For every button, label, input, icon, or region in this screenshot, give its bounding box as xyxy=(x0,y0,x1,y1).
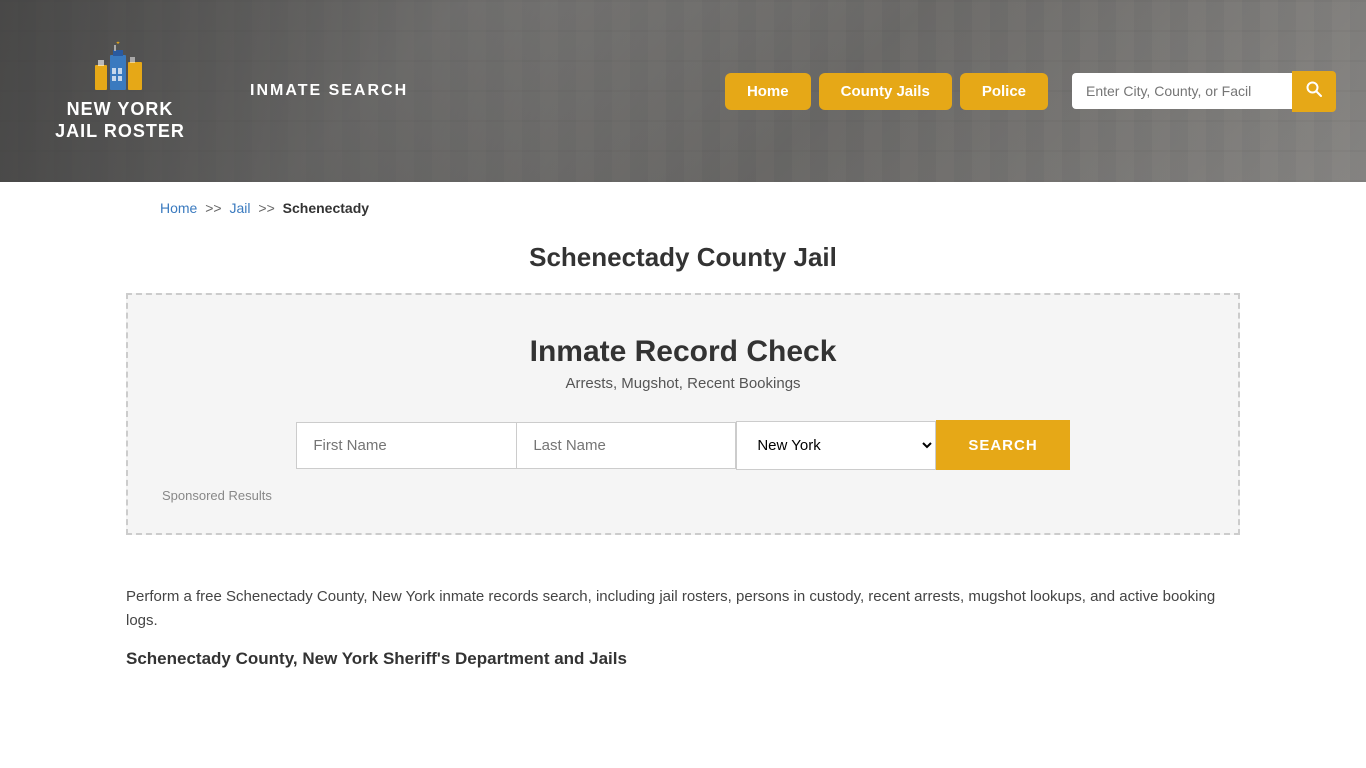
last-name-input[interactable] xyxy=(516,422,736,469)
nav-home-button[interactable]: Home xyxy=(725,73,811,110)
record-check-box: Inmate Record Check Arrests, Mugshot, Re… xyxy=(126,293,1240,535)
nav-county-jails-button[interactable]: County Jails xyxy=(819,73,952,110)
content-heading2: Schenectady County, New York Sheriff's D… xyxy=(126,649,1240,669)
record-check-title: Inmate Record Check xyxy=(158,335,1208,369)
breadcrumb-sep1: >> xyxy=(205,200,221,216)
content-paragraph1: Perform a free Schenectady County, New Y… xyxy=(126,585,1240,633)
record-check-search-button[interactable]: SEARCH xyxy=(936,420,1069,470)
inmate-search-label: INMATE SEARCH xyxy=(250,82,408,100)
breadcrumb: Home >> Jail >> Schenectady xyxy=(0,182,1366,234)
state-select[interactable]: AlabamaAlaskaArizonaArkansasCaliforniaCo… xyxy=(736,421,936,470)
breadcrumb-jail-link[interactable]: Jail xyxy=(230,200,251,216)
logo-area: NEW YORK JAIL ROSTER xyxy=(30,40,210,142)
breadcrumb-current: Schenectady xyxy=(283,200,369,216)
page-title: Schenectady County Jail xyxy=(0,242,1366,273)
logo-title-line1: NEW YORK xyxy=(67,99,174,121)
logo-title-line2: JAIL ROSTER xyxy=(55,121,185,142)
site-logo-icon xyxy=(90,40,150,95)
breadcrumb-sep2: >> xyxy=(258,200,274,216)
nav-police-button[interactable]: Police xyxy=(960,73,1048,110)
site-header: NEW YORK JAIL ROSTER INMATE SEARCH Home … xyxy=(0,0,1366,182)
sponsored-label: Sponsored Results xyxy=(158,488,1208,503)
header-content: NEW YORK JAIL ROSTER INMATE SEARCH Home … xyxy=(0,40,1366,142)
breadcrumb-home-link[interactable]: Home xyxy=(160,200,197,216)
header-search-button[interactable] xyxy=(1292,71,1336,112)
header-search-area xyxy=(1072,71,1336,112)
main-content: Perform a free Schenectady County, New Y… xyxy=(0,565,1366,697)
header-search-input[interactable] xyxy=(1072,73,1292,109)
record-check-subtitle: Arrests, Mugshot, Recent Bookings xyxy=(158,375,1208,392)
search-icon xyxy=(1306,81,1322,97)
first-name-input[interactable] xyxy=(296,422,516,469)
nav-area: Home County Jails Police xyxy=(725,71,1336,112)
record-check-form: AlabamaAlaskaArizonaArkansasCaliforniaCo… xyxy=(158,420,1208,470)
